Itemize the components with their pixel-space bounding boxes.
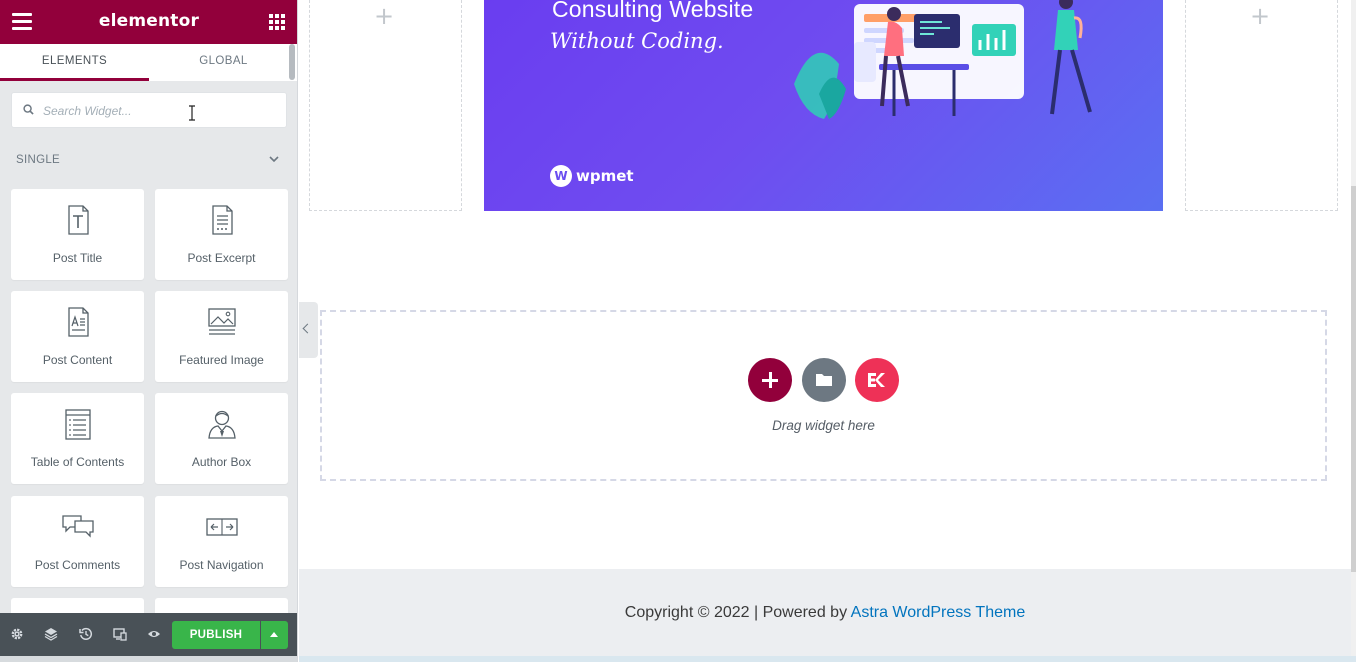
copyright-prefix: Copyright © 2022 | Powered by (624, 604, 851, 621)
chevron-down-icon[interactable] (269, 155, 279, 163)
widget-post-excerpt[interactable]: Post Excerpt (155, 189, 288, 280)
widget-label: Post Excerpt (187, 251, 256, 265)
add-widget-plus-icon[interactable]: + (1250, 4, 1270, 28)
navigator-layers-icon[interactable] (44, 627, 58, 641)
widget-label: Table of Contents (30, 455, 125, 469)
widget-label: Post Title (52, 251, 103, 265)
banner-subtitle: Without Coding. (550, 29, 724, 53)
section-title[interactable]: SINGLE (16, 154, 60, 166)
post-title-icon (67, 205, 89, 235)
add-widget-plus-icon[interactable]: + (374, 4, 394, 28)
canvas-scroll-thumb[interactable] (1351, 186, 1356, 572)
widget-post-content[interactable]: Post Content (11, 291, 144, 382)
elementor-editor: elementor ELEMENTS GLOBAL SINGLE (0, 0, 1356, 662)
post-navigation-icon (205, 518, 238, 536)
widget-post-navigation[interactable]: Post Navigation (155, 496, 288, 587)
folder-icon (816, 374, 832, 386)
tab-global[interactable]: GLOBAL (149, 44, 297, 81)
banner-image: Consulting Website Without Coding. W wpm… (484, 0, 1163, 211)
featured-image-icon (207, 308, 236, 335)
responsive-mode-icon[interactable] (113, 627, 127, 641)
publish-options-caret-icon[interactable] (261, 621, 288, 649)
post-comments-icon (61, 515, 94, 538)
brand-logo: elementor (98, 11, 200, 31)
elementskit-icon[interactable] (855, 358, 899, 402)
template-library-folder-icon[interactable] (802, 358, 846, 402)
widget-label: Featured Image (179, 353, 264, 367)
bottom-window-edge (299, 656, 1356, 662)
widget-label: Post Navigation (179, 558, 264, 572)
banner-title: Consulting Website (552, 0, 754, 22)
history-icon[interactable] (79, 627, 93, 641)
table-of-contents-icon (64, 409, 91, 440)
widget-label: Post Comments (34, 558, 121, 572)
post-excerpt-icon (211, 205, 233, 235)
add-section-icon[interactable] (748, 358, 792, 402)
author-box-icon (207, 410, 236, 439)
widget-featured-image[interactable]: Featured Image (155, 291, 288, 382)
empty-column-left[interactable]: + (309, 0, 462, 211)
collapse-panel-chevron-left-icon[interactable] (299, 302, 318, 358)
elementskit-logo-icon (868, 373, 885, 387)
wpmet-logo-icon: W (550, 165, 572, 187)
search-icon (23, 104, 34, 115)
preview-eye-icon[interactable] (147, 627, 161, 641)
panel-scrollbar[interactable] (289, 44, 295, 80)
wpmet-logo: Wwpmet (550, 165, 634, 187)
search-input[interactable] (43, 102, 273, 119)
widget-label: Post Content (42, 353, 113, 367)
astra-theme-link[interactable]: Astra WordPress Theme (851, 604, 1026, 621)
publish-button[interactable]: PUBLISH (172, 621, 260, 649)
panel-bottom-edge (0, 656, 297, 662)
canvas-scrollbar[interactable] (1351, 0, 1356, 662)
copyright-text: Copyright © 2022 | Powered by Astra Word… (299, 604, 1351, 622)
elementor-panel: elementor ELEMENTS GLOBAL SINGLE (0, 0, 298, 662)
empty-column-right[interactable]: + (1185, 0, 1338, 211)
widget-label: Author Box (191, 455, 252, 469)
post-content-icon (67, 307, 89, 337)
widget-post-title[interactable]: Post Title (11, 189, 144, 280)
grid-apps-icon[interactable] (269, 14, 285, 30)
site-footer: Copyright © 2022 | Powered by Astra Word… (299, 569, 1351, 657)
widget-post-comments[interactable]: Post Comments (11, 496, 144, 587)
dropzone-label: Drag widget here (772, 418, 875, 433)
tab-elements[interactable]: ELEMENTS (0, 44, 149, 81)
panel-header: elementor (0, 0, 297, 44)
consulting-illustration (794, 0, 1092, 119)
panel-tabs: ELEMENTS GLOBAL (0, 44, 297, 81)
text-cursor-icon (189, 105, 195, 121)
settings-icon[interactable] (10, 627, 24, 641)
widget-table-of-contents[interactable]: Table of Contents (11, 393, 144, 484)
widget-author-box[interactable]: Author Box (155, 393, 288, 484)
editor-canvas: + Consulting Website Without Coding. W w… (299, 0, 1356, 662)
add-section-dropzone[interactable]: Drag widget here (320, 310, 1327, 481)
search-box (11, 92, 287, 128)
